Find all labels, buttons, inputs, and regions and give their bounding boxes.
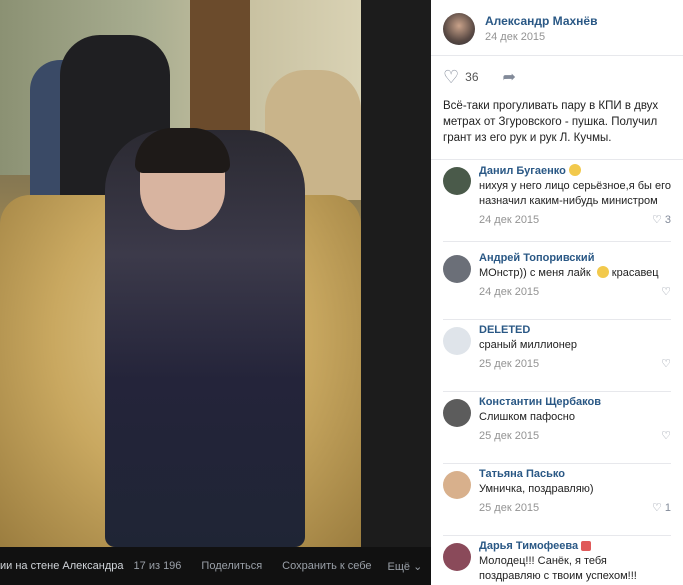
divider <box>443 319 671 320</box>
comment: Татьяна Пасько Умничка, поздравляю) 25 д… <box>431 468 683 536</box>
comment-date[interactable]: 24 дек 2015 <box>479 286 539 298</box>
commenter-avatar[interactable] <box>443 399 471 427</box>
comment-like-count: 3 <box>664 213 671 226</box>
share-button[interactable]: Поделиться <box>201 560 262 572</box>
heart-icon: ♡ <box>652 214 662 226</box>
comment-text: нихуя у него лицо серьёзное,я бы его наз… <box>479 180 671 207</box>
comment-like-button[interactable]: ♡ <box>661 357 671 370</box>
post-date[interactable]: 24 дек 2015 <box>485 31 597 43</box>
comment-text: красавец <box>611 267 659 279</box>
wink-emoji-icon <box>596 266 609 278</box>
comment-like-button[interactable]: ♡ <box>661 285 671 298</box>
commenter-name[interactable]: Дарья Тимофеева <box>479 540 578 552</box>
commenter-avatar[interactable] <box>443 543 471 571</box>
author-avatar[interactable] <box>443 12 475 45</box>
heart-icon[interactable]: ♡ <box>443 67 459 88</box>
comment-date[interactable]: 25 дек 2015 <box>479 502 539 514</box>
share-icon[interactable]: ➦ <box>503 67 516 87</box>
post-panel: Александр Махнёв 24 дек 2015 ♡ 36 ➦ Всё-… <box>431 0 683 585</box>
commenter-avatar[interactable] <box>443 471 471 499</box>
sunglasses-emoji-icon <box>568 164 581 176</box>
heart-icon: ♡ <box>661 430 671 442</box>
heart-icon: ♡ <box>661 358 671 370</box>
commenter-name[interactable]: Андрей Топоривский <box>479 252 671 264</box>
comment: DELETED сраный миллионер 25 дек 2015 ♡ <box>431 324 683 392</box>
commenter-name[interactable]: Константин Щербаков <box>479 396 671 408</box>
comment-like-button[interactable]: ♡ <box>661 429 671 442</box>
author-name[interactable]: Александр Махнёв <box>485 14 597 28</box>
viewer-bottom-bar: ии на стене Александра 17 из 196 Поделит… <box>0 547 431 585</box>
divider <box>443 391 671 392</box>
commenter-name-wrap[interactable]: Дарья Тимофеева <box>479 540 671 552</box>
comment-text: сраный миллионер <box>479 339 578 351</box>
album-link[interactable]: ии на стене Александра <box>0 560 124 572</box>
commenter-name[interactable]: Татьяна Пасько <box>479 468 671 480</box>
divider <box>443 241 671 242</box>
heart-icon: ♡ <box>652 502 662 514</box>
comment-like-button[interactable]: ♡ 1 <box>652 501 671 515</box>
comment-date[interactable]: 24 дек 2015 <box>479 214 539 226</box>
comment-text: МОнстр)) с меня лайк <box>479 267 591 279</box>
commenter-avatar[interactable] <box>443 255 471 283</box>
heart-icon: ♡ <box>661 286 671 298</box>
comment-text-wrap: МОнстр)) с меня лайк красавец <box>479 266 671 281</box>
divider <box>443 463 671 464</box>
deleted-user-avatar[interactable] <box>443 327 471 355</box>
comment-text: Молодец!!! Санёк, я тебя поздравляю с тв… <box>479 555 637 582</box>
commenter-avatar[interactable] <box>443 167 471 195</box>
photo[interactable] <box>0 0 361 547</box>
comment-text: Умничка, поздравляю) <box>479 483 594 495</box>
comment-like-count: 1 <box>664 501 671 514</box>
commenter-name[interactable]: DELETED <box>479 324 671 336</box>
commenter-name-wrap[interactable]: Данил Бугаенко <box>479 164 671 177</box>
comment-date[interactable]: 25 дек 2015 <box>479 358 539 370</box>
more-button[interactable]: Ещё ⌄ <box>388 560 423 573</box>
photo-main-person-hair <box>135 128 230 173</box>
comment-date[interactable]: 25 дек 2015 <box>479 430 539 442</box>
comment-like-button[interactable]: ♡ 3 <box>652 213 671 227</box>
save-to-profile-button[interactable]: Сохранить к себе <box>282 560 371 572</box>
post-text: Всё-таки прогуливать пару в КПИ в двух м… <box>431 98 683 160</box>
comment: Константин Щербаков Слишком пафосно 25 д… <box>431 396 683 464</box>
post-author: Александр Махнёв 24 дек 2015 <box>431 0 683 56</box>
comment: Данил Бугаенко нихуя у него лицо серьёзн… <box>431 164 683 242</box>
photo-viewer: ии на стене Александра 17 из 196 Поделит… <box>0 0 431 585</box>
commenter-name[interactable]: Данил Бугаенко <box>479 165 566 177</box>
comment: Дарья Тимофеева Молодец!!! Санёк, я тебя… <box>431 540 683 585</box>
comment-text: Слишком пафосно <box>479 411 575 423</box>
comment: Андрей Топоривский МОнстр)) с меня лайк … <box>431 252 683 320</box>
likes-count[interactable]: 36 <box>465 70 478 84</box>
divider <box>443 535 671 536</box>
photo-counter: 17 из 196 <box>133 560 182 572</box>
likes-bar: ♡ 36 ➦ <box>431 56 683 98</box>
pencil-emoji-icon <box>581 541 592 551</box>
